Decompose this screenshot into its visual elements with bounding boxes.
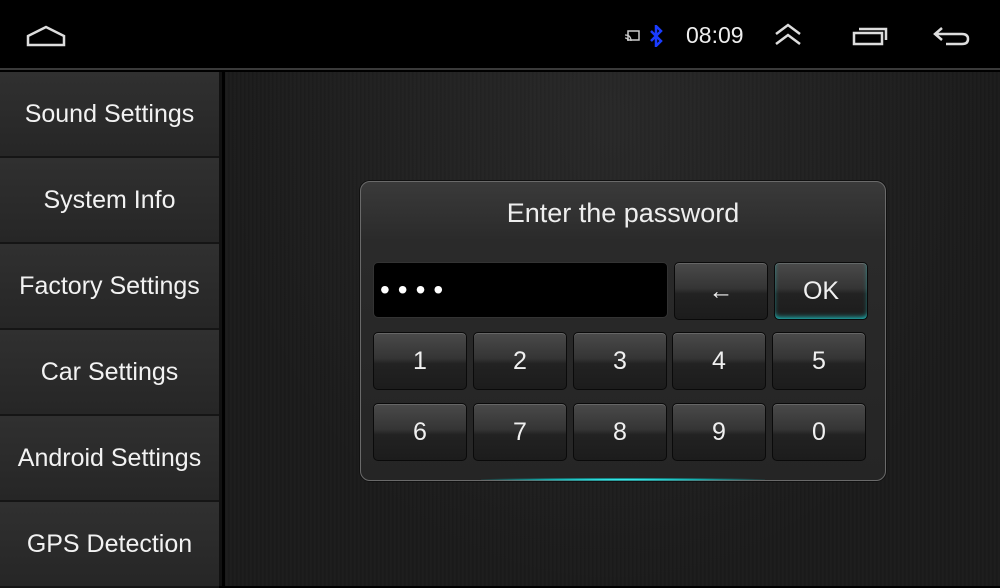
key-0[interactable]: 0	[772, 403, 866, 461]
sidebar-item-label: Factory Settings	[19, 271, 200, 300]
sidebar-item-label: System Info	[43, 185, 176, 214]
home-icon[interactable]	[26, 24, 66, 48]
bluetooth-icon	[650, 25, 663, 47]
clock: 08:09	[686, 22, 744, 48]
back-icon[interactable]	[932, 24, 972, 48]
sidebar-item-car-settings[interactable]: Car Settings	[0, 330, 219, 416]
sidebar-item-label: Android Settings	[17, 443, 202, 472]
key-7[interactable]: 7	[473, 403, 567, 461]
sidebar-item-gps-detection[interactable]: GPS Detection	[0, 502, 219, 588]
key-8[interactable]: 8	[573, 403, 667, 461]
sidebar-item-android-settings[interactable]: Android Settings	[0, 416, 219, 502]
status-bar: 08:09	[0, 0, 1000, 70]
sidebar-item-system-info[interactable]: System Info	[0, 158, 219, 244]
key-6[interactable]: 6	[373, 403, 467, 461]
cast-icon	[625, 30, 640, 42]
sidebar-item-label: GPS Detection	[26, 529, 193, 558]
ok-button[interactable]: OK	[774, 262, 868, 320]
recent-apps-icon[interactable]	[852, 26, 888, 46]
key-9[interactable]: 9	[672, 403, 766, 461]
sidebar-item-label: Sound Settings	[24, 99, 195, 128]
key-5[interactable]: 5	[772, 332, 866, 390]
password-dialog: Enter the password •••• ← OK 1 2 3 4 5 6…	[360, 181, 886, 481]
sidebar-item-sound-settings[interactable]: Sound Settings	[0, 72, 219, 158]
password-input[interactable]: ••••	[373, 262, 668, 318]
key-1[interactable]: 1	[373, 332, 467, 390]
sidebar-item-label: Car Settings	[40, 357, 179, 386]
key-4[interactable]: 4	[672, 332, 766, 390]
key-3[interactable]: 3	[573, 332, 667, 390]
key-2[interactable]: 2	[473, 332, 567, 390]
dialog-title: Enter the password	[506, 198, 740, 228]
sidebar: Sound Settings System Info Factory Setti…	[0, 72, 222, 588]
expand-up-icon[interactable]	[773, 22, 803, 46]
backspace-button[interactable]: ←	[674, 262, 768, 320]
sidebar-item-factory-settings[interactable]: Factory Settings	[0, 244, 219, 330]
